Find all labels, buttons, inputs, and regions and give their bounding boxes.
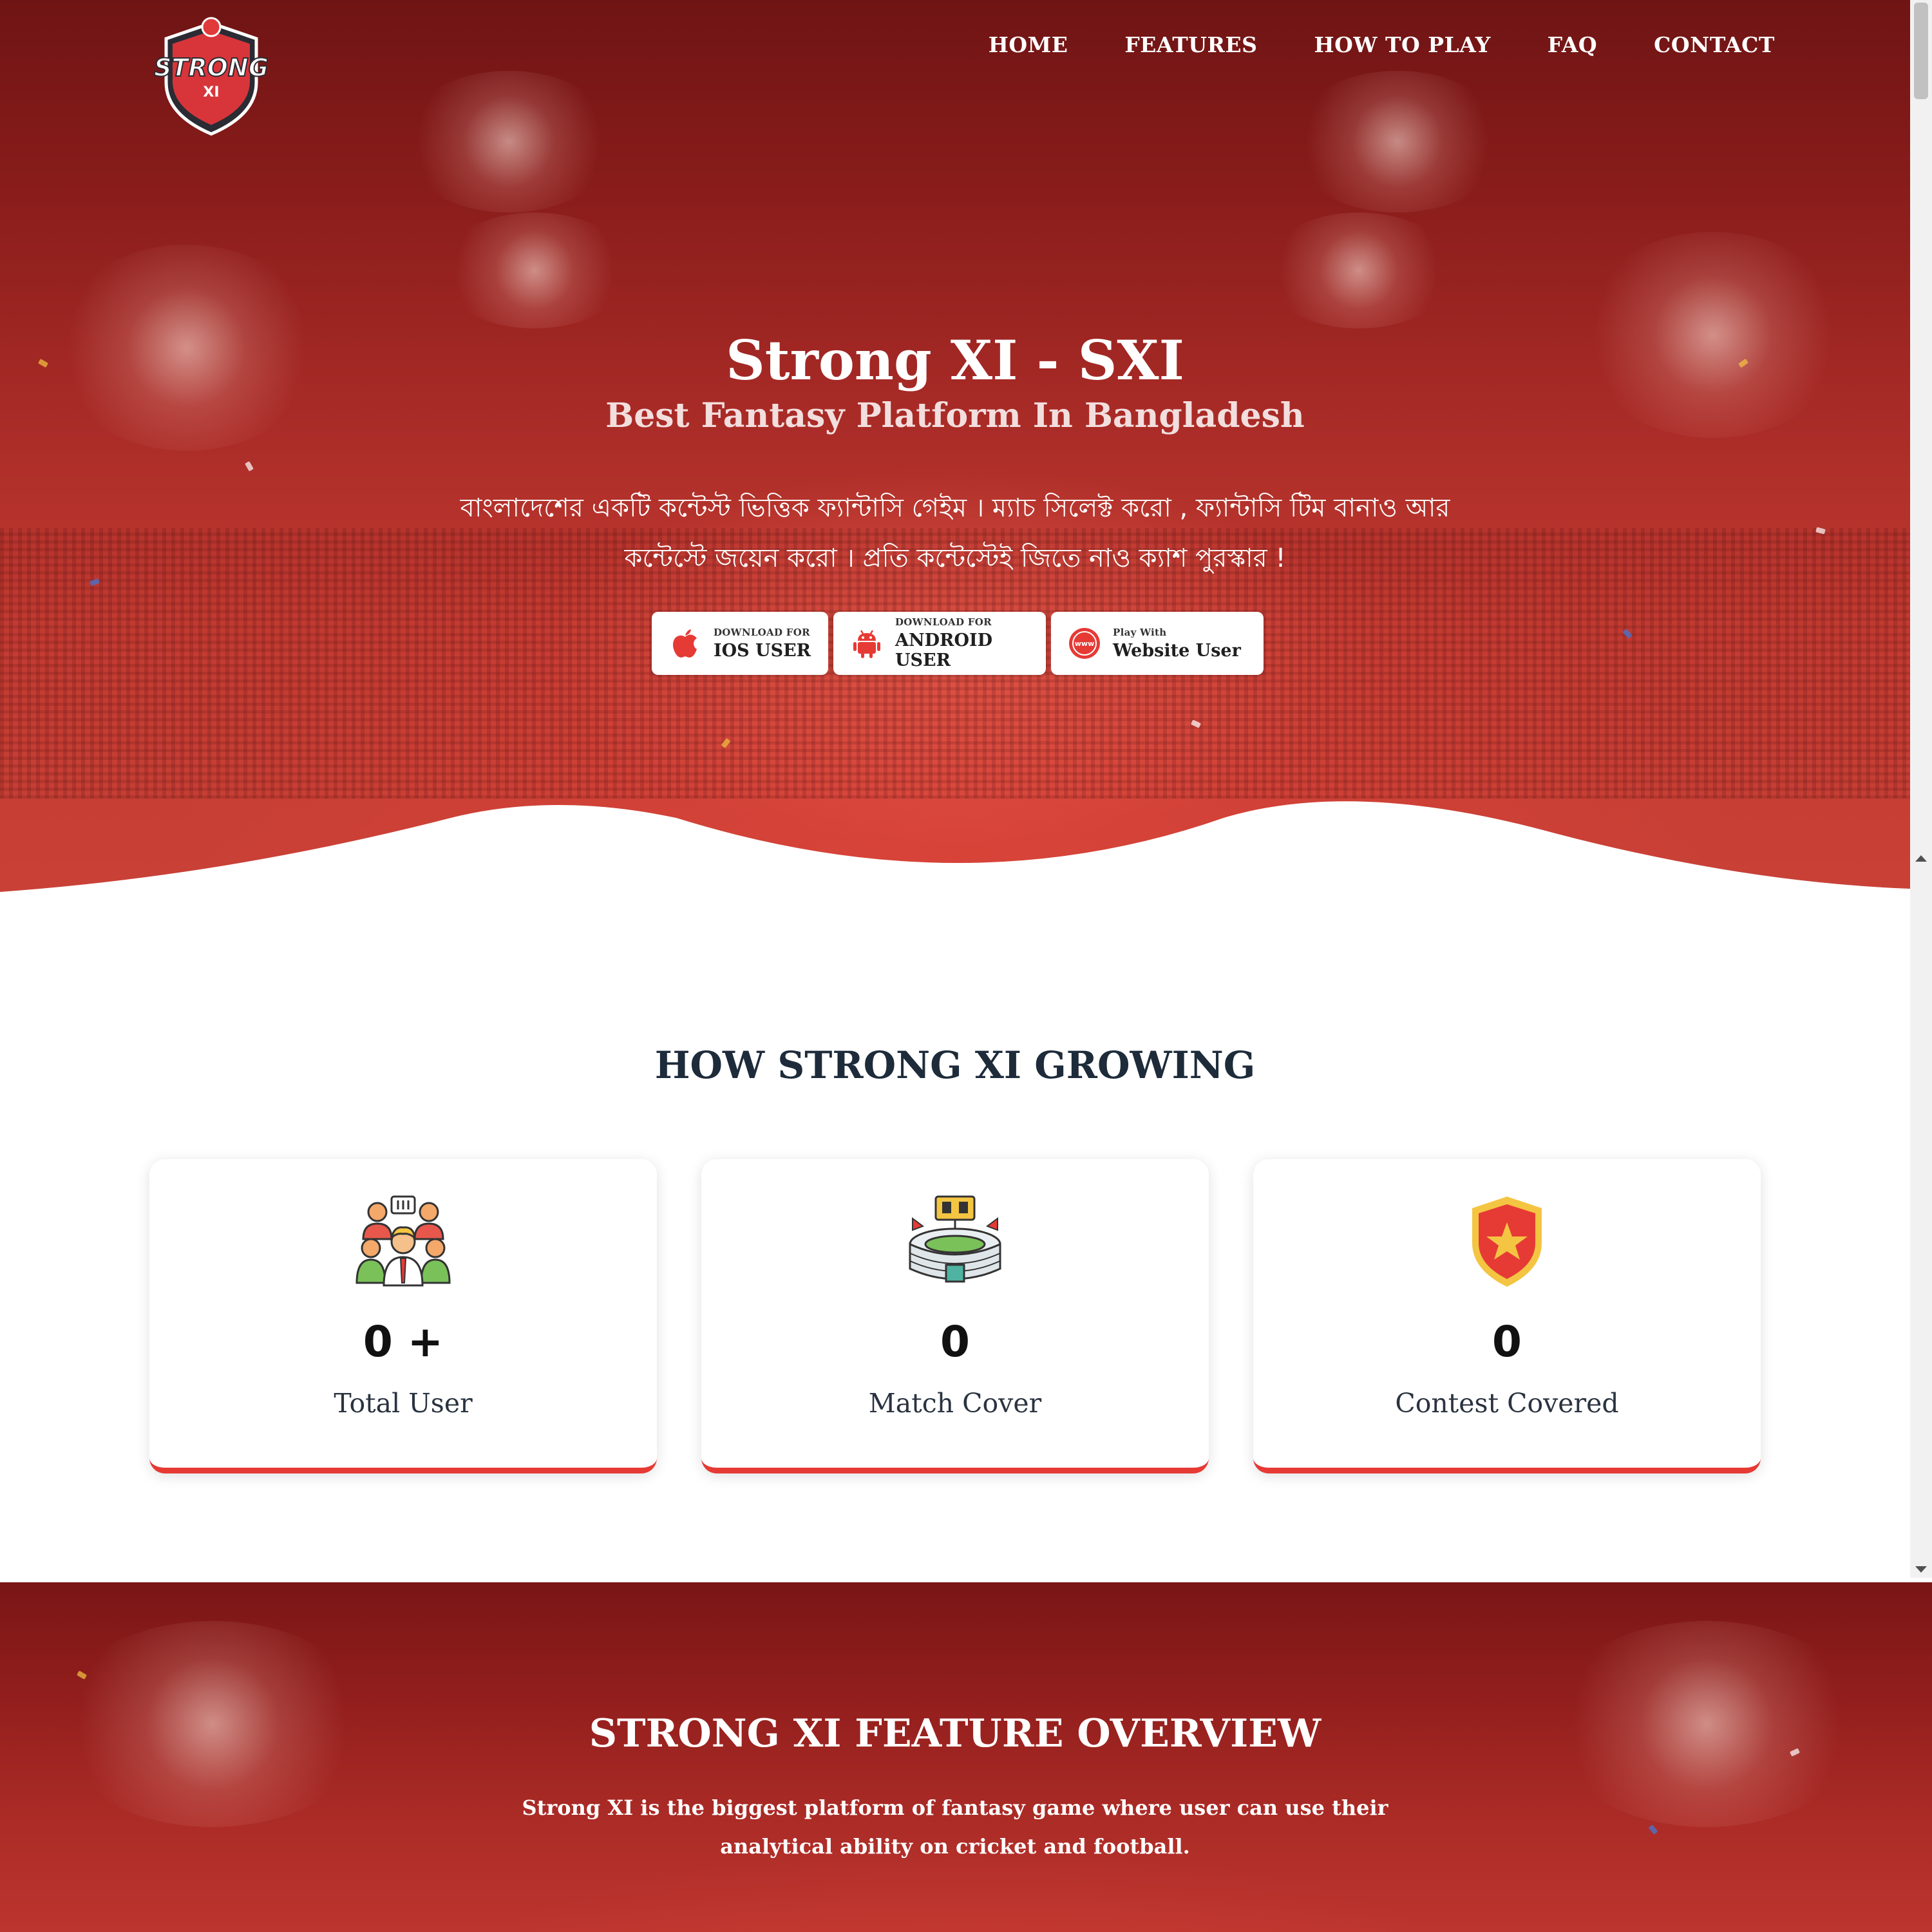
nav-how-to-play[interactable]: HOW TO PLAY: [1314, 32, 1490, 57]
feature-section-description: Strong XI is the biggest platform of fan…: [522, 1795, 1388, 1859]
nav-contact[interactable]: CONTACT: [1654, 32, 1775, 57]
confetti: [245, 460, 254, 472]
ios-button-label: IOS USER: [714, 640, 811, 661]
download-buttons: DOWNLOAD FOR IOS USER DOWNLOAD FOR ANDRO…: [0, 612, 1910, 675]
hero-description: বাংলাদেশের একটি কন্টেস্ট ভিত্তিক ফ্যান্ট…: [425, 483, 1485, 583]
scroll-up-arrow-icon[interactable]: [1915, 855, 1927, 862]
svg-text:XI: XI: [203, 84, 219, 100]
stat-value-total-user: 0 +: [363, 1317, 444, 1367]
shield-star-icon: [1472, 1197, 1542, 1287]
main-nav: HOME FEATURES HOW TO PLAY FAQ CONTACT: [989, 32, 1775, 57]
android-icon: [853, 630, 880, 658]
feature-overview-section: STRONG XI FEATURE OVERVIEW Strong XI is …: [0, 1582, 1932, 1932]
stat-label-match-cover: Match Cover: [868, 1388, 1042, 1419]
ios-button-small: DOWNLOAD FOR: [714, 626, 810, 638]
hero-section: STRONG XI HOME FEATURES HOW TO PLAY FAQ …: [0, 0, 1910, 892]
stadium-light: [1288, 71, 1507, 213]
hero-description-line: কন্টেস্টে জয়েন করো । প্রতি কন্টেস্টেই জ…: [624, 544, 1286, 573]
website-button-small: Play With: [1113, 626, 1167, 638]
nav-home[interactable]: HOME: [989, 32, 1068, 57]
stat-value-match-cover: 0: [940, 1317, 970, 1367]
ios-download-button[interactable]: DOWNLOAD FOR IOS USER: [652, 612, 828, 675]
hero-description-line: বাংলাদেশের একটি কন্টেস্ট ভিত্তিক ফ্যান্ট…: [460, 493, 1450, 523]
stadium-light: [1262, 213, 1455, 328]
website-button-label: Website User: [1113, 640, 1241, 661]
android-button-small: DOWNLOAD FOR: [895, 616, 992, 628]
stadium-icon: [909, 1195, 1001, 1283]
scrollbar-thumb[interactable]: [1914, 3, 1928, 99]
android-download-button[interactable]: DOWNLOAD FOR ANDROID USER: [833, 612, 1046, 675]
page-scrollbar[interactable]: [1910, 0, 1932, 1578]
confetti: [1648, 1824, 1658, 1835]
stadium-light: [399, 71, 618, 213]
hero-wave-divider: [0, 801, 1910, 892]
scroll-down-arrow-icon[interactable]: [1915, 1566, 1927, 1573]
stadium-light: [438, 213, 631, 328]
stat-card-match-cover: 0 Match Cover: [701, 1159, 1209, 1473]
apple-icon: [673, 629, 697, 658]
nav-features[interactable]: FEATURES: [1124, 32, 1257, 57]
website-play-button[interactable]: www Play With Website User: [1051, 612, 1264, 675]
stat-label-contest-covered: Contest Covered: [1395, 1388, 1619, 1419]
feature-section-title: STRONG XI FEATURE OVERVIEW: [589, 1711, 1321, 1756]
website-button-text: Play With Website User: [1113, 627, 1241, 661]
stat-card-total-user: 0 + Total User: [149, 1159, 657, 1473]
ios-button-text: DOWNLOAD FOR IOS USER: [714, 627, 811, 661]
nav-faq[interactable]: FAQ: [1548, 32, 1597, 57]
stat-label-total-user: Total User: [334, 1388, 473, 1419]
stat-value-contest-covered: 0: [1492, 1317, 1522, 1367]
users-group-icon: [355, 1195, 451, 1287]
growing-section-title: HOW STRONG XI GROWING: [654, 1043, 1256, 1087]
android-button-label: ANDROID USER: [895, 630, 993, 670]
svg-text:STRONG: STRONG: [154, 53, 269, 82]
svg-text:www: www: [1075, 639, 1095, 648]
android-button-text: DOWNLOAD FOR ANDROID USER: [895, 616, 1029, 670]
stat-card-contest-covered: 0 Contest Covered: [1253, 1159, 1761, 1473]
strong-xi-logo[interactable]: STRONG XI: [147, 12, 276, 140]
www-icon: www: [1069, 628, 1100, 659]
hero-subtitle: Best Fantasy Platform In Bangladesh: [605, 396, 1305, 435]
hero-title: Strong XI - SXI: [726, 328, 1184, 392]
